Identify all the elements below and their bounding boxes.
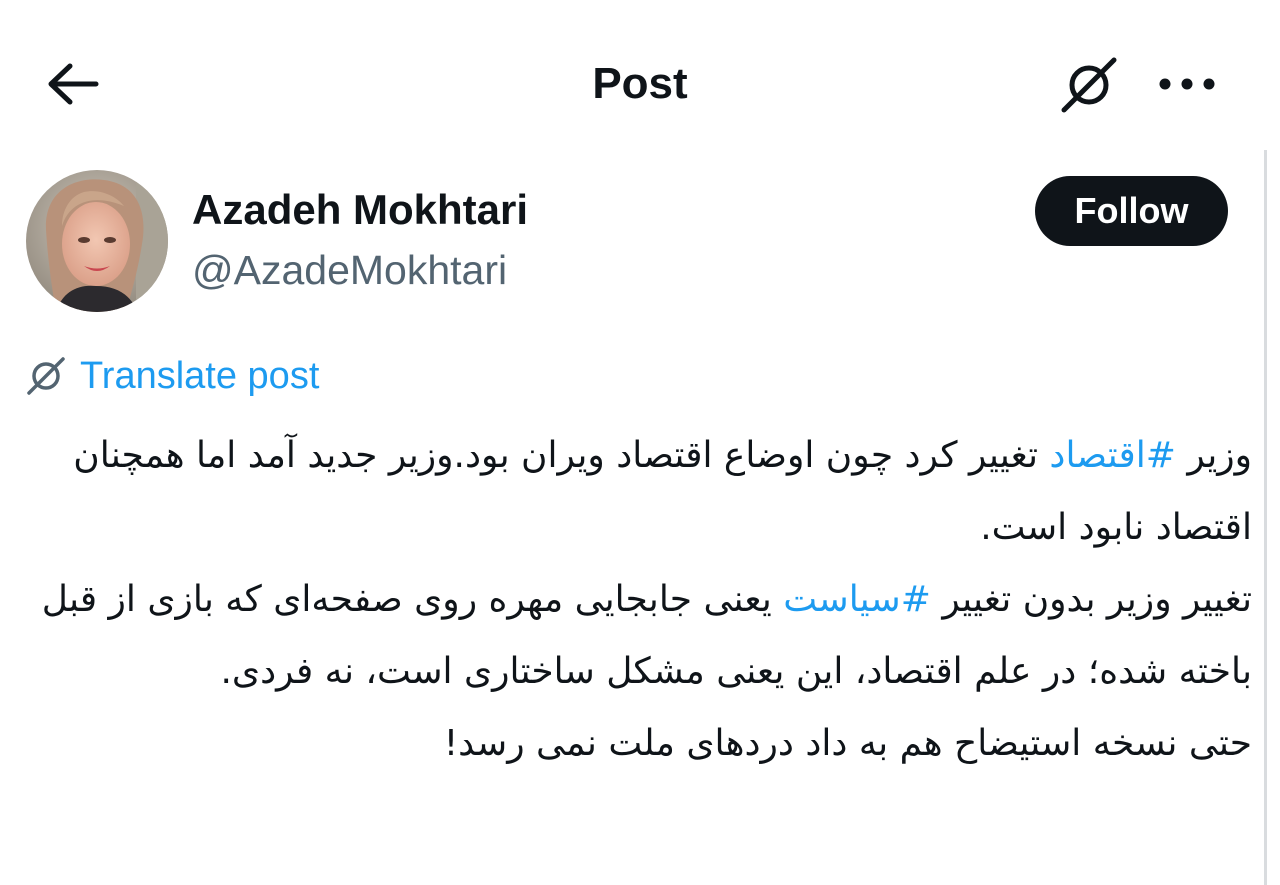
grok-button[interactable]: [1056, 52, 1122, 118]
translate-post-button[interactable]: Translate post: [24, 350, 319, 402]
follow-button[interactable]: Follow: [1035, 176, 1228, 246]
post-paragraph-2: تغییر وزیر بدون تغییر #سیاست یعنی جابجای…: [20, 564, 1252, 708]
author-handle[interactable]: @AzadeMokhtari: [192, 244, 507, 296]
grok-translate-icon: [24, 354, 68, 398]
avatar[interactable]: [26, 170, 168, 312]
hashtag-link[interactable]: #اقتصاد: [1049, 435, 1175, 476]
translate-post-label: Translate post: [80, 354, 320, 397]
post-text-segment: وزیر: [1175, 435, 1252, 476]
post-text: وزیر #اقتصاد تغییر کرد چون اوضاع اقتصاد …: [20, 420, 1252, 780]
author-name[interactable]: Azadeh Mokhtari: [192, 184, 528, 236]
grok-icon: [1061, 57, 1117, 113]
post-page: Post Azadeh Mokhtari @AzadeMokhtari Foll…: [0, 0, 1280, 885]
avatar-photo: [26, 170, 168, 312]
post-paragraph-3: حتی نسخه استیضاح هم به داد دردهای ملت نم…: [443, 723, 1252, 764]
top-bar: Post: [0, 0, 1280, 150]
hashtag-link[interactable]: #سیاست: [783, 579, 931, 620]
post-text-segment: تغییر وزیر بدون تغییر: [930, 579, 1252, 620]
more-dots-icon: [1159, 78, 1215, 90]
more-options-button[interactable]: [1152, 62, 1222, 106]
post-paragraph-1: وزیر #اقتصاد تغییر کرد چون اوضاع اقتصاد …: [20, 420, 1252, 564]
scrollbar[interactable]: [1264, 150, 1267, 885]
